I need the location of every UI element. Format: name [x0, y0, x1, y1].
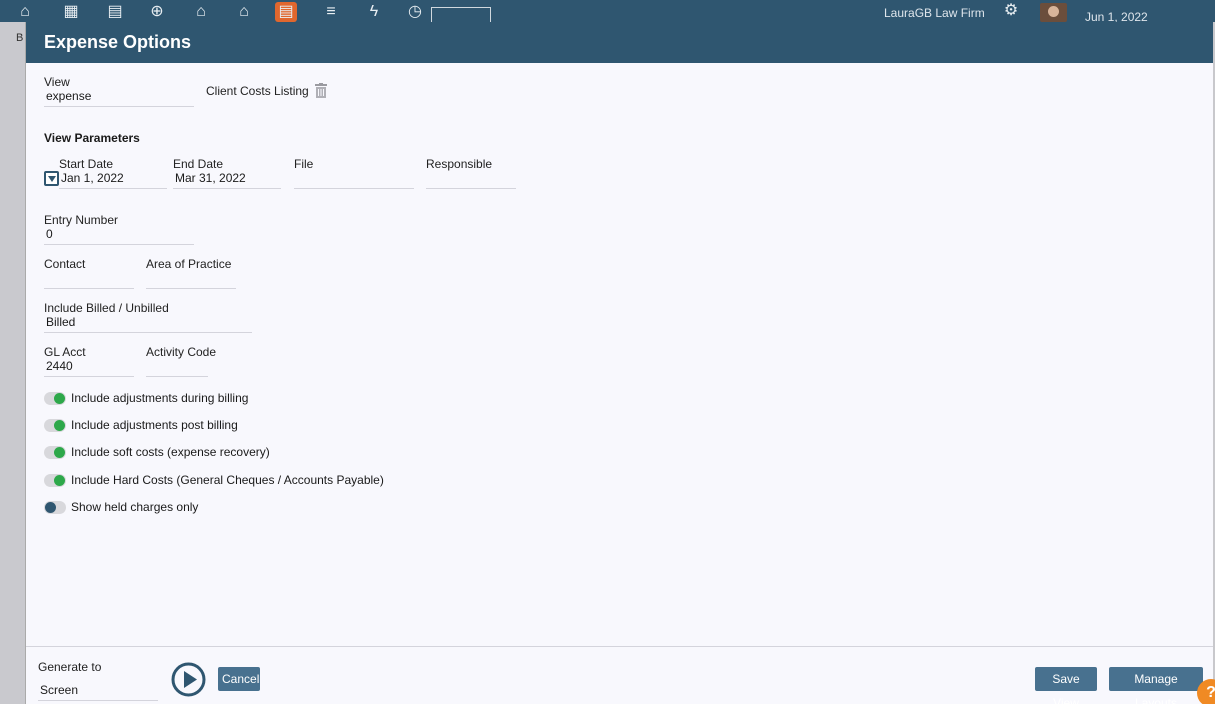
- toggle-switch[interactable]: [44, 418, 66, 432]
- toggle-switch[interactable]: [44, 473, 66, 487]
- view-parameters-title: View Parameters: [44, 131, 140, 145]
- app-left-panel: B: [0, 22, 26, 704]
- toggle-label: Show held charges only: [71, 500, 199, 514]
- toggle-soft-costs[interactable]: Include soft costs (expense recovery): [44, 444, 270, 460]
- end-date-field[interactable]: Mar 31, 2022: [173, 169, 281, 189]
- toggle-switch[interactable]: [44, 445, 66, 459]
- lightning-icon[interactable]: ϟ: [363, 2, 385, 22]
- firm-name: LauraGB Law Firm: [884, 6, 985, 20]
- dashboard-icon[interactable]: ▦: [60, 2, 82, 22]
- start-date-field[interactable]: Jan 1, 2022: [59, 169, 167, 189]
- responsible-field[interactable]: [426, 169, 516, 189]
- bank-s-icon[interactable]: ⌂: [190, 2, 212, 22]
- activity-code-field[interactable]: [146, 357, 208, 377]
- toggle-switch[interactable]: [44, 391, 66, 405]
- play-icon[interactable]: [171, 662, 206, 697]
- toggle-label: Include Hard Costs (General Cheques / Ac…: [71, 473, 384, 487]
- dialog-title: Expense Options: [26, 22, 1213, 63]
- help-icon[interactable]: ?: [1197, 679, 1215, 704]
- cancel-button[interactable]: Cancel: [218, 667, 260, 691]
- toggle-label: Include adjustments post billing: [71, 418, 238, 432]
- timer-icon[interactable]: ◷: [404, 2, 426, 22]
- toggle-adjustments-post-billing[interactable]: Include adjustments post billing: [44, 417, 238, 433]
- expense-options-dialog: Expense Options View expense Client Cost…: [26, 22, 1213, 704]
- view-field[interactable]: expense: [44, 87, 194, 107]
- manage-layouts-button[interactable]: Manage Layouts: [1109, 667, 1203, 704]
- calendar-dropdown-icon[interactable]: [44, 171, 59, 186]
- billed-select[interactable]: Billed: [44, 313, 252, 333]
- area-of-practice-field[interactable]: [146, 269, 236, 289]
- file-field[interactable]: [294, 169, 414, 189]
- trash-icon[interactable]: [315, 83, 327, 98]
- layout-name: Client Costs Listing: [206, 84, 309, 98]
- app-toolbar: ⌂ ▦ ▤ ⊕ ⌂ ⌂ ▤ ≡ ϟ ◷ LauraGB Law Firm ⚙ J…: [0, 0, 1215, 25]
- folder-icon[interactable]: ▤: [104, 2, 126, 22]
- bank-dollar-icon[interactable]: ⌂: [233, 2, 255, 22]
- toggle-label: Include adjustments during billing: [71, 391, 249, 405]
- add-icon[interactable]: ⊕: [146, 2, 168, 22]
- report-icon[interactable]: ▤: [275, 2, 297, 22]
- avatar[interactable]: [1040, 3, 1067, 22]
- generate-to-label: Generate to: [38, 660, 102, 674]
- entry-number-field[interactable]: 0: [44, 225, 194, 245]
- generate-to-select[interactable]: Screen: [38, 681, 158, 701]
- toggle-held-charges-only[interactable]: Show held charges only: [44, 499, 198, 515]
- dialog-body: View expense Client Costs Listing View P…: [26, 63, 1213, 646]
- contact-field[interactable]: [44, 269, 134, 289]
- toggle-adjustments-during-billing[interactable]: Include adjustments during billing: [44, 390, 248, 406]
- save-view-button[interactable]: Save View: [1035, 667, 1097, 704]
- dialog-footer: Generate to Screen Cancel Save View Mana…: [26, 646, 1213, 704]
- settings-icon[interactable]: ⚙: [1000, 1, 1022, 21]
- left-tab-label: B: [16, 32, 24, 44]
- toggle-switch[interactable]: [44, 500, 66, 514]
- bell-icon[interactable]: ⌂: [14, 2, 36, 22]
- gl-acct-field[interactable]: 2440: [44, 357, 134, 377]
- toggle-hard-costs[interactable]: Include Hard Costs (General Cheques / Ac…: [44, 472, 384, 488]
- toggle-label: Include soft costs (expense recovery): [71, 445, 270, 459]
- list-icon[interactable]: ≡: [320, 2, 342, 22]
